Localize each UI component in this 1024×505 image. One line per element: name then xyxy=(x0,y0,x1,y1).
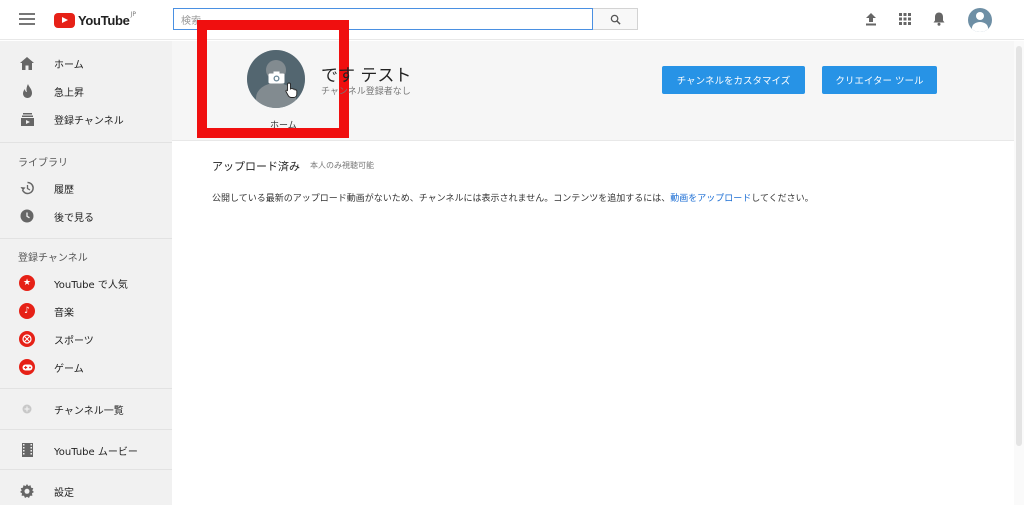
youtube-logo[interactable]: YouTube JP xyxy=(54,10,136,28)
film-icon xyxy=(19,442,35,458)
upload-video-link[interactable]: 動画をアップロード xyxy=(670,194,751,204)
sidebar-divider xyxy=(0,469,172,470)
sidebar-item-sports[interactable]: スポーツ xyxy=(0,325,172,353)
sidebar-item-channel-list[interactable]: チャンネル一覧 xyxy=(0,395,172,423)
notifications-bell-icon[interactable] xyxy=(931,11,947,27)
gear-icon xyxy=(19,483,35,499)
flame-icon xyxy=(19,83,35,99)
sidebar-divider xyxy=(0,142,172,143)
private-badge: 本人のみ視聴可能 xyxy=(310,161,374,170)
home-icon xyxy=(19,55,35,71)
library-heading: ライブラリ xyxy=(18,158,68,169)
sidebar-item-gaming[interactable]: ゲーム xyxy=(0,353,172,381)
sidebar: ホーム 急上昇 登録チャンネル ライブラリ 履歴 後で見る 登録チャンネル ★ … xyxy=(0,41,172,505)
uploads-section-title: アップロード済み xyxy=(212,160,300,173)
sidebar-divider xyxy=(0,388,172,389)
sidebar-item-label: スポーツ xyxy=(54,335,94,347)
sidebar-item-music[interactable]: ♪ 音楽 xyxy=(0,297,172,325)
message-text-end: してください。 xyxy=(751,194,814,204)
sidebar-item-label: 履歴 xyxy=(54,184,74,196)
clock-icon xyxy=(19,208,35,224)
sidebar-item-settings[interactable]: 設定 xyxy=(0,477,172,505)
apps-grid-icon[interactable] xyxy=(897,11,913,27)
subscriptions-icon xyxy=(19,111,35,127)
logo-region: JP xyxy=(130,10,136,18)
subscriber-count: チャンネル登録者なし xyxy=(321,87,411,97)
sidebar-item-history[interactable]: 履歴 xyxy=(0,174,172,202)
sidebar-item-trending[interactable]: 急上昇 xyxy=(0,77,172,105)
sidebar-item-label: 急上昇 xyxy=(54,87,84,99)
music-icon: ♪ xyxy=(19,303,35,319)
upload-icon[interactable] xyxy=(863,11,879,27)
sidebar-item-label: 設定 xyxy=(54,487,74,499)
sidebar-item-label: ゲーム xyxy=(54,363,84,375)
subscriptions-heading: 登録チャンネル xyxy=(18,253,88,264)
sidebar-item-subscriptions[interactable]: 登録チャンネル xyxy=(0,105,172,133)
youtube-play-icon xyxy=(54,12,75,28)
account-avatar[interactable] xyxy=(968,8,992,32)
sidebar-item-watch-later[interactable]: 後で見る xyxy=(0,202,172,230)
sidebar-item-label: ホーム xyxy=(54,59,84,71)
scrollbar-thumb[interactable] xyxy=(1016,46,1022,446)
sidebar-item-movies[interactable]: YouTube ムービー xyxy=(0,436,172,464)
history-icon xyxy=(19,180,35,196)
sidebar-item-home[interactable]: ホーム xyxy=(0,49,172,77)
sidebar-item-popular[interactable]: ★ YouTube で人気 xyxy=(0,269,172,297)
sports-icon xyxy=(19,331,35,347)
search-button[interactable] xyxy=(593,8,638,30)
search-icon xyxy=(610,14,621,25)
sidebar-divider xyxy=(0,238,172,239)
channel-name: です テスト xyxy=(321,66,412,86)
sidebar-item-label: チャンネル一覧 xyxy=(54,405,124,417)
menu-icon[interactable] xyxy=(19,13,35,27)
sidebar-divider xyxy=(0,429,172,430)
add-circle-icon xyxy=(19,401,35,417)
sidebar-item-label: YouTube ムービー xyxy=(54,446,138,458)
creator-tools-button[interactable]: クリエイター ツール xyxy=(822,66,937,94)
customize-channel-button[interactable]: チャンネルをカスタマイズ xyxy=(662,66,805,94)
sidebar-item-label: 登録チャンネル xyxy=(54,115,124,127)
empty-uploads-message: 公開している最新のアップロード動画がないため、チャンネルには表示されません。コン… xyxy=(212,191,814,204)
sidebar-item-label: 後で見る xyxy=(54,212,94,224)
sidebar-item-label: YouTube で人気 xyxy=(54,279,128,291)
gamepad-icon xyxy=(19,359,35,375)
logo-text: YouTube xyxy=(78,12,130,28)
message-text: 公開している最新のアップロード動画がないため、チャンネルには表示されません。コン… xyxy=(212,194,671,204)
star-icon: ★ xyxy=(19,275,35,291)
sidebar-item-label: 音楽 xyxy=(54,307,74,319)
